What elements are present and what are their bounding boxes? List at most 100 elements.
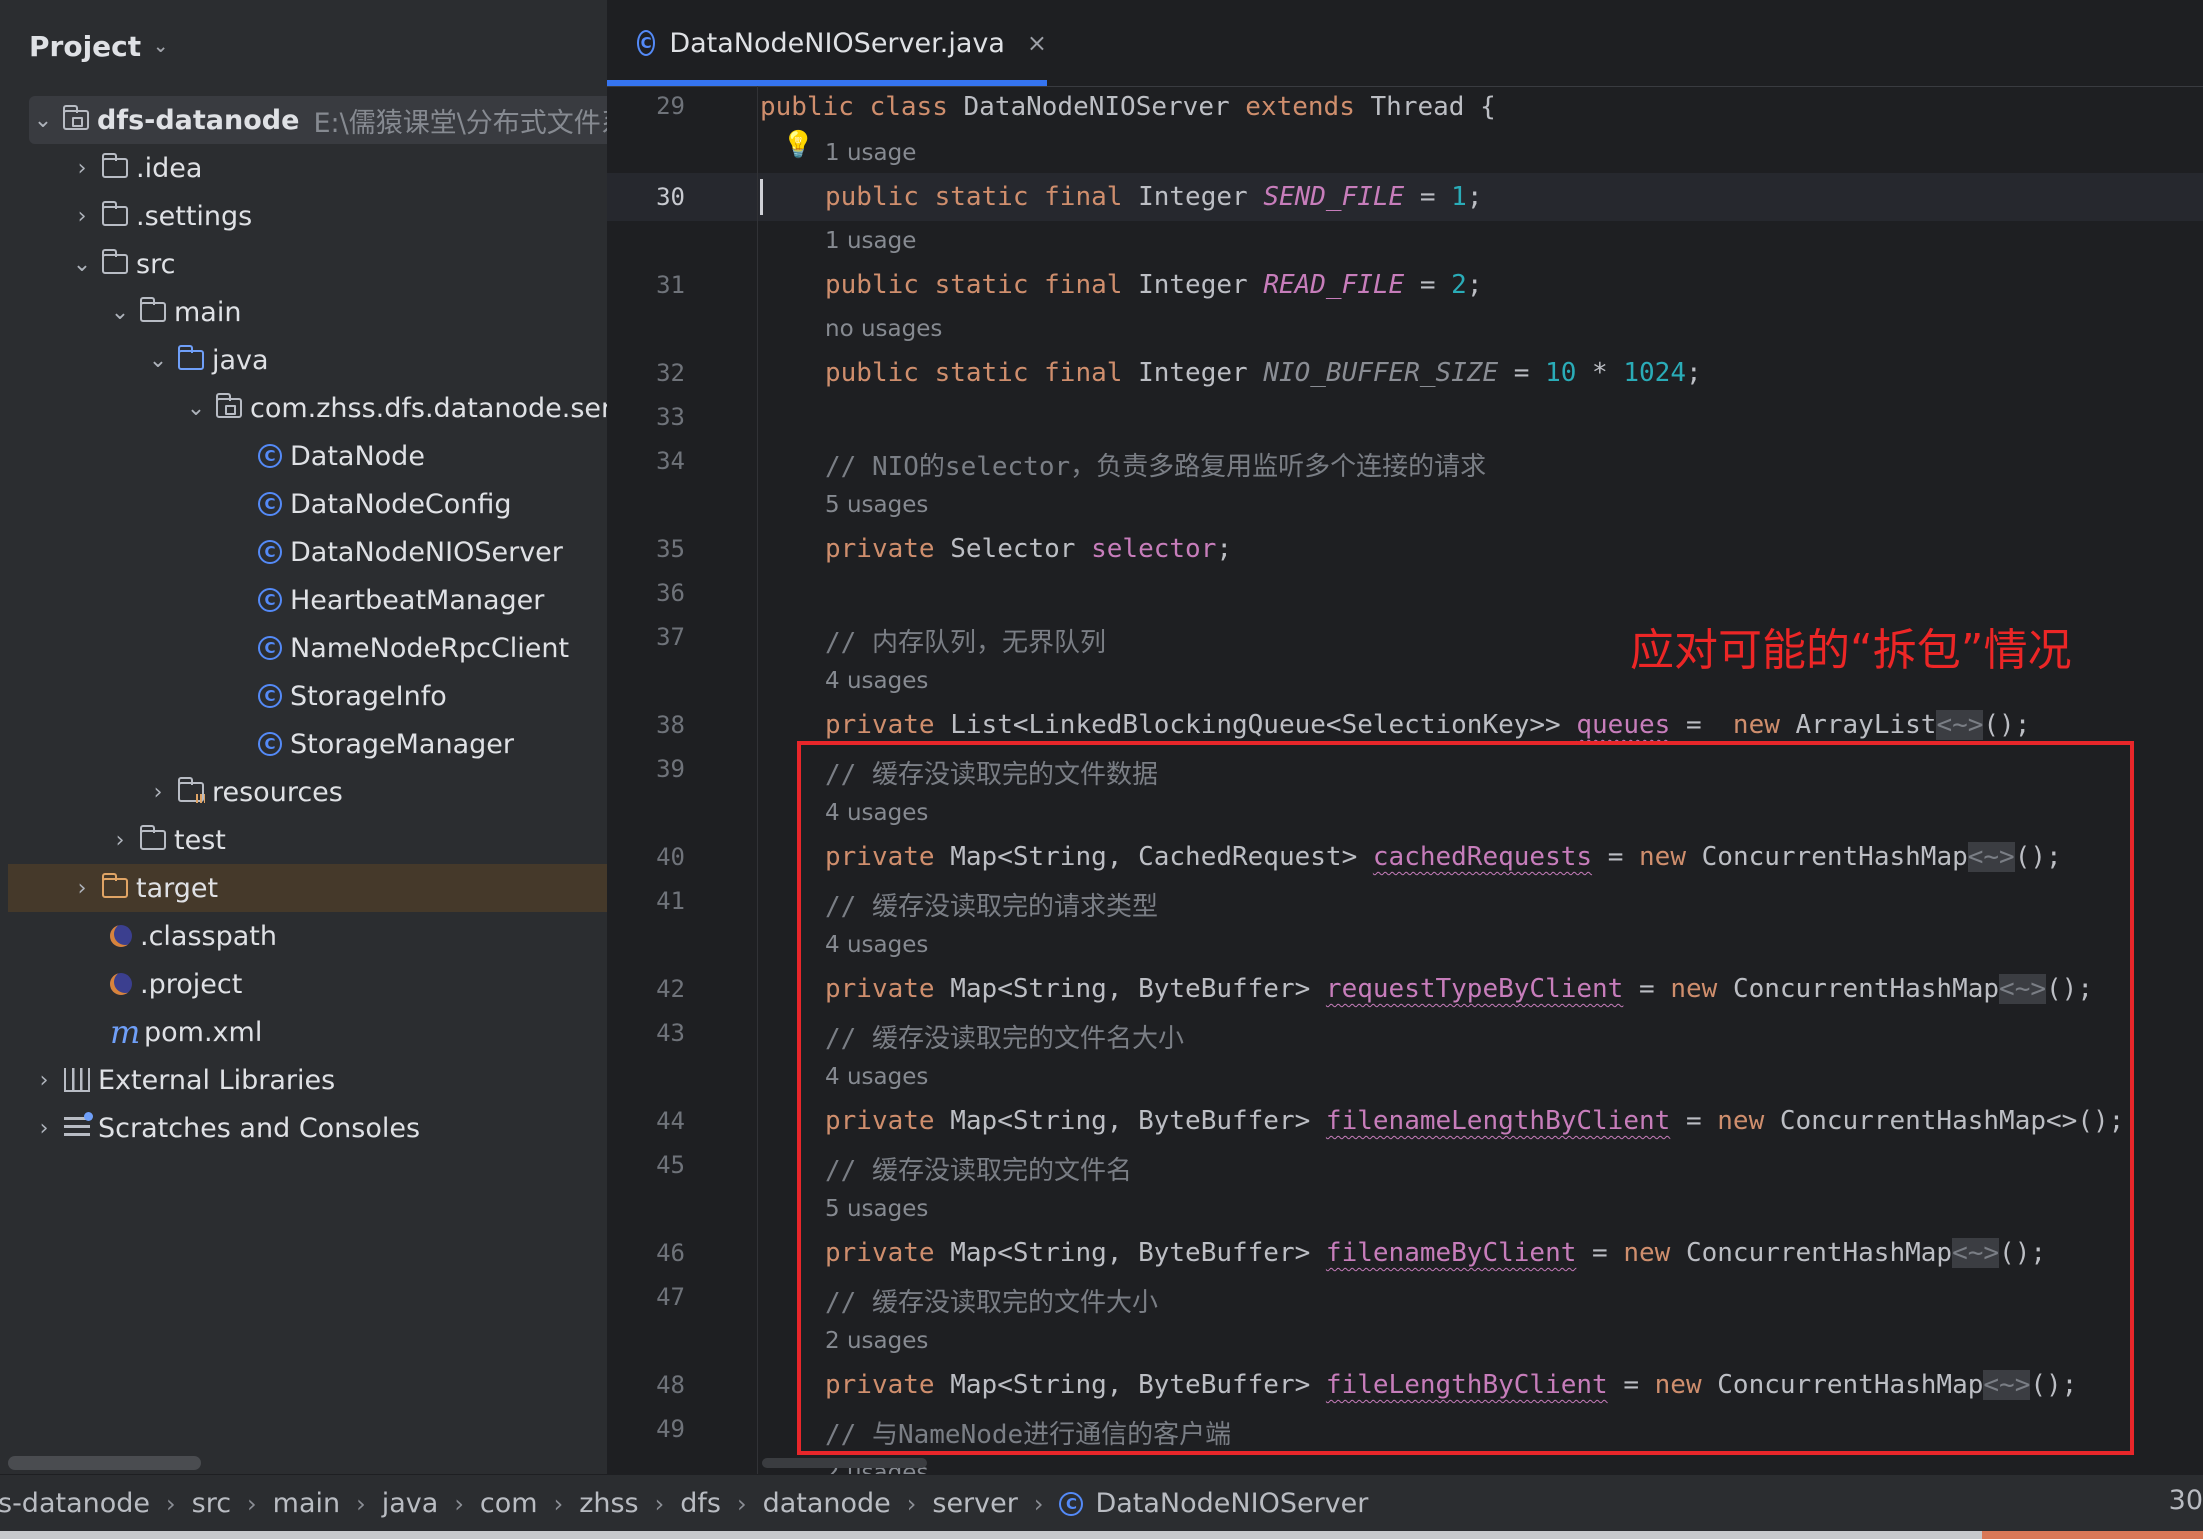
tree-item-class[interactable]: C DataNode xyxy=(0,432,607,480)
arrow-down-icon[interactable]: ⌄ xyxy=(70,252,94,277)
usage-hint[interactable]: 4 usages xyxy=(825,668,928,694)
tree-item-class[interactable]: C StorageInfo xyxy=(0,672,607,720)
line-number: 32 xyxy=(656,359,685,387)
usage-hint[interactable]: 1 usage xyxy=(825,228,916,254)
tree-horizontal-scrollbar[interactable] xyxy=(8,1456,201,1470)
line-number: 36 xyxy=(656,579,685,607)
code-line-37: // 内存队列，无界队列 xyxy=(825,628,1106,658)
breadcrumb-item[interactable]: zhss xyxy=(579,1488,638,1519)
breadcrumb-item[interactable]: datanode xyxy=(763,1488,891,1519)
scratches-icon xyxy=(64,1112,93,1139)
window-bottom-edge xyxy=(0,1531,2203,1539)
arrow-right-icon[interactable]: › xyxy=(146,780,170,805)
tree-item-label: resources xyxy=(212,776,343,808)
tree-item-package[interactable]: ⌄ com.zhss.dfs.datanode.server xyxy=(0,384,607,432)
annotation-highlight-box xyxy=(797,741,2134,1455)
tree-item-class[interactable]: C NameNodeRpcClient xyxy=(0,624,607,672)
arrow-down-icon[interactable]: ⌄ xyxy=(184,396,208,421)
arrow-right-icon[interactable]: › xyxy=(70,156,94,181)
arrow-right-icon[interactable]: › xyxy=(70,876,94,901)
diamond-fold[interactable]: <~> xyxy=(1936,710,1984,740)
keyword: public static final xyxy=(825,270,1123,300)
line-number: 49 xyxy=(656,1415,685,1443)
code-line-35: private Selector selector; xyxy=(825,534,1232,564)
arrow-right-icon[interactable]: › xyxy=(108,828,132,853)
breadcrumb-item[interactable]: java xyxy=(382,1488,439,1519)
code-line-32: public static final Integer NIO_BUFFER_S… xyxy=(825,358,1702,388)
module-path: E:\儒猿课堂\分布式文件系统 xyxy=(313,107,607,139)
tree-item-scratches[interactable]: › Scratches and Consoles xyxy=(0,1104,607,1152)
tree-item-class[interactable]: C HeartbeatManager xyxy=(0,576,607,624)
breadcrumb-item[interactable]: s-datanode xyxy=(0,1488,150,1519)
operator: = xyxy=(1498,358,1546,388)
semicolon: ; xyxy=(1216,534,1233,564)
lightbulb-icon[interactable]: 💡 xyxy=(782,130,814,160)
tree-item-test[interactable]: › test xyxy=(0,816,607,864)
tree-item-pom[interactable]: m pom.xml xyxy=(0,1008,607,1056)
tab-datanodenioserver[interactable]: C DataNodeNIOServer.java × xyxy=(607,0,1047,86)
usage-hint[interactable]: 1 usage xyxy=(825,140,916,166)
tree-item-label: dfs-datanode xyxy=(97,104,300,136)
breadcrumb-item[interactable]: src xyxy=(192,1488,231,1519)
tree-item-label: .settings xyxy=(136,200,253,232)
number: 2 xyxy=(1451,270,1467,300)
arrow-down-icon[interactable]: ⌄ xyxy=(108,300,132,325)
arrow-right-icon[interactable]: › xyxy=(32,1068,56,1093)
breadcrumb-item[interactable]: server xyxy=(932,1488,1017,1519)
caret-position[interactable]: 30 xyxy=(2169,1485,2203,1516)
class-icon: C xyxy=(258,732,282,756)
number: 10 xyxy=(1545,358,1577,388)
line-number: 44 xyxy=(656,1107,685,1135)
arrow-right-icon[interactable]: › xyxy=(70,204,94,229)
line-number-gutter[interactable]: 29 30 31 32 33 34 35 36 37 38 39 40 41 4… xyxy=(607,86,757,1474)
usage-hint[interactable]: no usages xyxy=(825,316,942,342)
tree-item-target[interactable]: › target xyxy=(8,864,607,912)
arrow-down-icon[interactable]: ⌄ xyxy=(146,348,170,373)
tree-item-idea[interactable]: › .idea xyxy=(0,144,607,192)
arrow-right-icon[interactable]: › xyxy=(32,1116,56,1141)
tree-item-project-file[interactable]: .project xyxy=(0,960,607,1008)
tree-item-label: com.zhss.dfs.datanode.server xyxy=(250,392,607,424)
package-icon xyxy=(215,393,242,418)
semicolon: ; xyxy=(1686,358,1702,388)
usage-hint[interactable]: 5 usages xyxy=(825,492,928,518)
tree-item-dfs-datanode[interactable]: ⌄ dfs-datanode E:\儒猿课堂\分布式文件系统 xyxy=(29,96,607,144)
tree-item-main[interactable]: ⌄ main xyxy=(0,288,607,336)
tree-item-external-libraries[interactable]: › External Libraries xyxy=(0,1056,607,1104)
tree-item-class[interactable]: C DataNodeNIOServer xyxy=(0,528,607,576)
type: Integer xyxy=(1138,270,1248,300)
tree-item-class[interactable]: C DataNodeConfig xyxy=(0,480,607,528)
close-icon[interactable]: × xyxy=(1027,29,1047,57)
line-number: 33 xyxy=(656,403,685,431)
semicolon: ; xyxy=(1466,182,1483,212)
tree-item-label: Scratches and Consoles xyxy=(98,1112,421,1144)
editor-horizontal-scrollbar[interactable] xyxy=(762,1458,927,1468)
breadcrumb-item[interactable]: com xyxy=(480,1488,538,1519)
tree-item-resources[interactable]: › resources xyxy=(0,768,607,816)
breadcrumb-item[interactable]: dfs xyxy=(680,1488,721,1519)
tree-item-label: DataNode xyxy=(290,440,425,472)
class-icon: C xyxy=(258,540,282,564)
tree-item-java[interactable]: ⌄ java xyxy=(0,336,607,384)
tree-item-class[interactable]: C StorageManager xyxy=(0,720,607,768)
tab-label: DataNodeNIOServer.java xyxy=(669,27,1005,59)
number: 1 xyxy=(1451,182,1467,212)
breadcrumb-item[interactable]: DataNodeNIOServer xyxy=(1095,1488,1368,1519)
tree-item-label: NameNodeRpcClient xyxy=(290,632,570,664)
source-folder-icon xyxy=(177,345,204,370)
constant-name: READ_FILE xyxy=(1263,270,1405,300)
tree-item-src[interactable]: ⌄ src xyxy=(0,240,607,288)
code-line-34: // NIO的selector，负责多路复用监听多个连接的请求 xyxy=(825,452,1487,482)
arrow-down-icon[interactable]: ⌄ xyxy=(31,108,55,133)
tree-item-settings[interactable]: › .settings xyxy=(0,192,607,240)
class-icon: C xyxy=(1059,1491,1084,1516)
breadcrumb-item[interactable]: main xyxy=(273,1488,340,1519)
tree-item-classpath[interactable]: .classpath xyxy=(0,912,607,960)
line-number: 42 xyxy=(656,975,685,1003)
project-view-selector[interactable]: Project ⌄ xyxy=(29,26,168,66)
tree-item-label: java xyxy=(212,344,269,376)
eclipse-file-icon xyxy=(110,925,132,947)
eclipse-file-icon xyxy=(110,973,132,995)
keyword: private xyxy=(825,534,935,564)
tree-item-label: pom.xml xyxy=(144,1016,263,1048)
